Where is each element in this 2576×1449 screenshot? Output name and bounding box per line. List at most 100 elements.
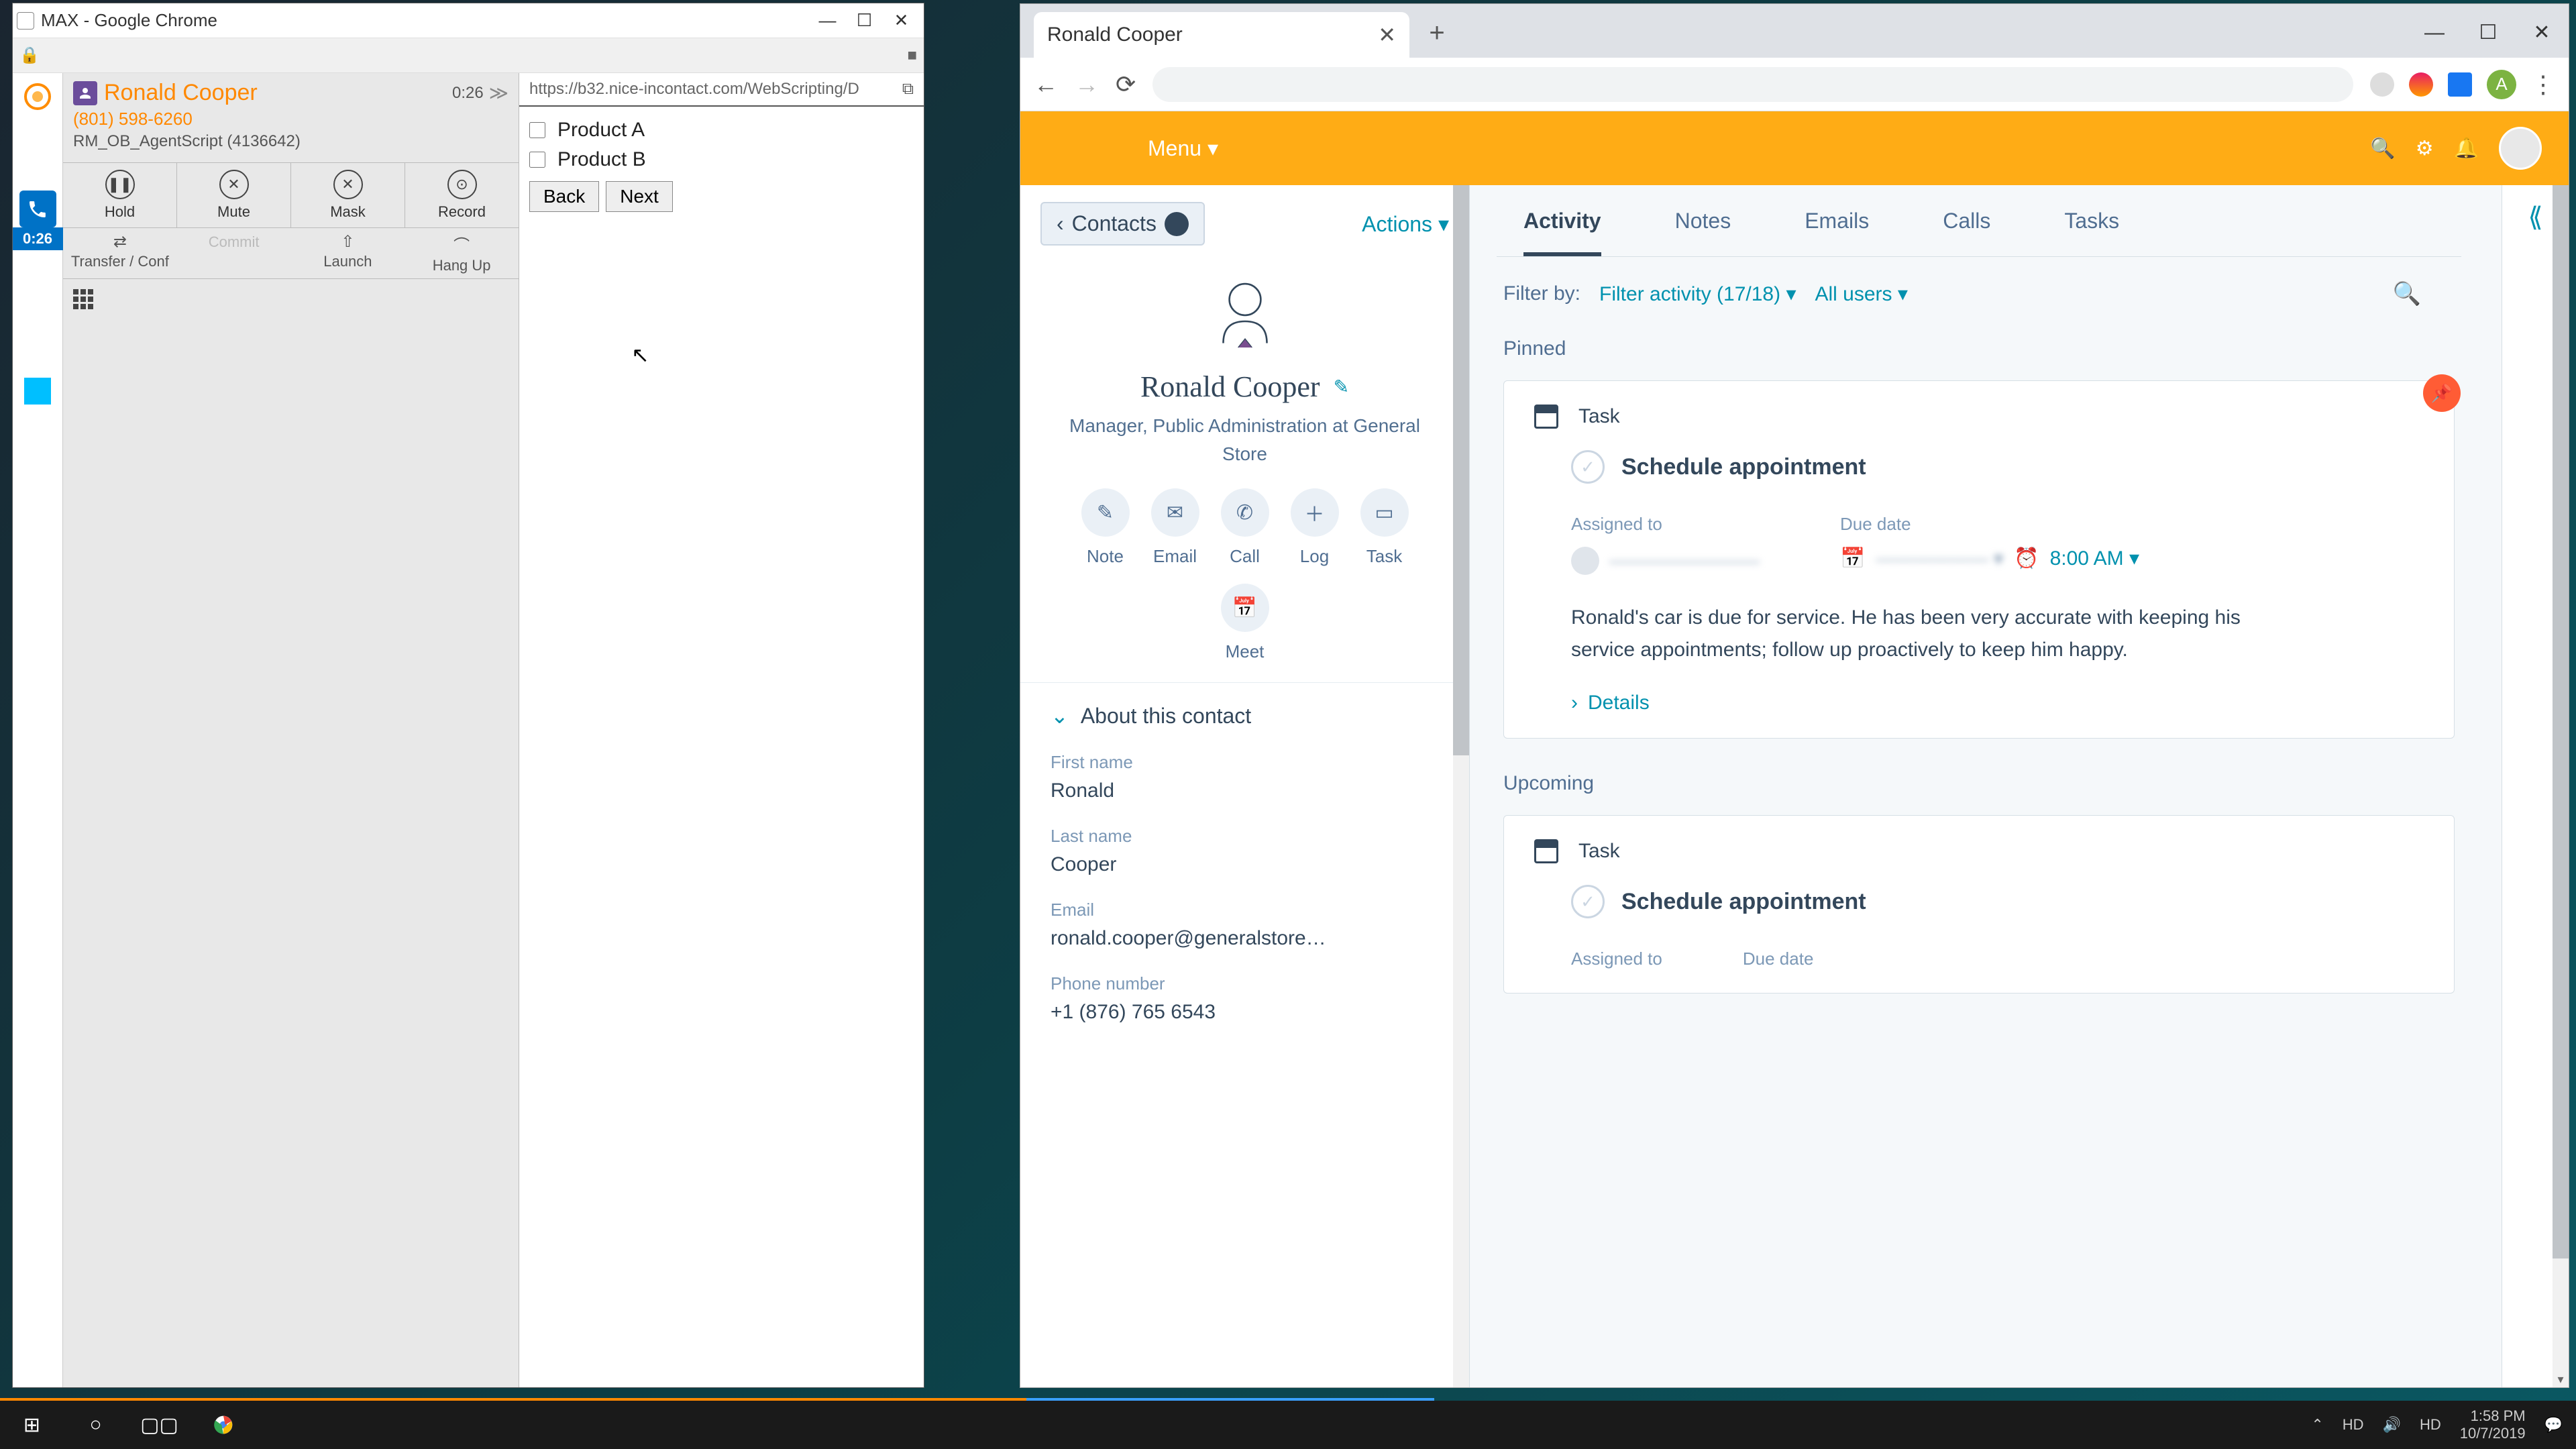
contact-name: Ronald Cooper <box>104 80 452 106</box>
task-view-icon[interactable]: ▢▢ <box>127 1401 191 1449</box>
notification-center-icon[interactable]: 💬 <box>2544 1416 2563 1434</box>
left-scrollbar[interactable] <box>1453 185 1469 1387</box>
mask-button[interactable]: ✕ Mask <box>291 163 405 227</box>
task-subject[interactable]: Schedule appointment <box>1621 454 1866 480</box>
mute-button[interactable]: ✕ Mute <box>177 163 291 227</box>
video-icon[interactable]: ■ <box>908 46 918 65</box>
pin-icon[interactable]: 📌 <box>2423 374 2461 412</box>
rail-indicator <box>24 378 51 405</box>
right-scrollbar[interactable] <box>2553 185 2569 1387</box>
browser-tab[interactable]: Ronald Cooper ✕ <box>1034 12 1409 58</box>
due-date-value[interactable]: —————— ▾ <box>1876 547 2003 570</box>
launch-button[interactable]: ⇧ Launch <box>291 228 405 278</box>
tab-close-icon[interactable]: ✕ <box>1378 22 1396 48</box>
email-value[interactable]: ronald.cooper@generalstore… <box>1051 927 1439 950</box>
due-time[interactable]: 8:00 AM ▾ <box>2050 547 2139 570</box>
extension-icon[interactable] <box>2370 72 2394 97</box>
apps-grid-button[interactable] <box>63 279 519 319</box>
window-title: MAX - Google Chrome <box>41 10 809 31</box>
assigned-to-value[interactable]: ———————— <box>1571 547 1760 575</box>
expand-icon[interactable]: ≫ <box>489 82 508 104</box>
new-tab-button[interactable]: + <box>1420 18 1454 48</box>
hangup-button[interactable]: ⌒ Hang Up <box>405 228 519 278</box>
meet-icon: 📅 <box>1221 584 1269 632</box>
maximize-button[interactable]: ☐ <box>846 9 883 32</box>
checkbox-input[interactable] <box>529 152 545 168</box>
back-button[interactable]: Back <box>529 181 599 212</box>
task-complete-checkbox[interactable]: ✓ <box>1571 450 1605 484</box>
extension-icon[interactable] <box>2409 72 2433 97</box>
tab-emails[interactable]: Emails <box>1805 209 1869 256</box>
windows-taskbar[interactable]: ⊞ ○ ▢▢ ⌃ HD 🔊 HD 1:58 PM 10/7/2019 💬 <box>0 1401 2576 1449</box>
product-b-checkbox[interactable]: Product B <box>529 148 914 171</box>
minimize-button[interactable]: — <box>809 9 846 32</box>
phone-value[interactable]: +1 (876) 765 6543 <box>1051 1001 1439 1024</box>
log-action[interactable]: ＋Log <box>1291 488 1339 567</box>
status-indicator-icon[interactable] <box>24 83 51 110</box>
notifications-bell-icon[interactable]: 🔔 <box>2454 137 2479 160</box>
record-button[interactable]: ⊙ Record <box>405 163 519 227</box>
task-complete-checkbox[interactable]: ✓ <box>1571 885 1605 918</box>
next-button[interactable]: Next <box>606 181 673 212</box>
chrome-close-button[interactable]: ✕ <box>2515 14 2569 51</box>
transfer-button[interactable]: ⇄ Transfer / Conf <box>63 228 177 278</box>
checkbox-input[interactable] <box>529 122 545 138</box>
phone-icon[interactable] <box>19 191 56 227</box>
chrome-taskbar-icon[interactable] <box>191 1401 255 1449</box>
reload-icon[interactable]: ⟳ <box>1116 70 1136 99</box>
facebook-icon[interactable] <box>2448 72 2472 97</box>
call-action[interactable]: ✆Call <box>1221 488 1269 567</box>
tab-calls[interactable]: Calls <box>1943 209 1990 256</box>
tab-notes[interactable]: Notes <box>1675 209 1731 256</box>
max-titlebar[interactable]: MAX - Google Chrome — ☐ ✕ <box>13 3 924 38</box>
about-section-toggle[interactable]: ⌄ About this contact <box>1051 703 1439 729</box>
first-name-value[interactable]: Ronald <box>1051 780 1439 802</box>
task-subject[interactable]: Schedule appointment <box>1621 889 1866 915</box>
actions-dropdown[interactable]: Actions ▾ <box>1362 211 1449 237</box>
edit-pencil-icon[interactable]: ✎ <box>1334 376 1349 398</box>
tray-icon[interactable]: HD <box>2343 1416 2364 1434</box>
filter-users-dropdown[interactable]: All users ▾ <box>1815 282 1908 306</box>
filter-activity-dropdown[interactable]: Filter activity (17/18) ▾ <box>1599 282 1796 306</box>
contact-phone[interactable]: (801) 598-6260 <box>73 109 508 129</box>
email-action[interactable]: ✉Email <box>1151 488 1199 567</box>
tray-icon[interactable]: HD <box>2420 1416 2441 1434</box>
menu-dropdown[interactable]: Menu ▾ <box>1148 136 1218 161</box>
search-icon[interactable]: 🔍 <box>2393 280 2421 307</box>
nav-back-icon[interactable]: ← <box>1034 70 1058 99</box>
cortana-icon[interactable]: ○ <box>64 1401 127 1449</box>
product-a-checkbox[interactable]: Product A <box>529 119 914 142</box>
search-icon[interactable]: 🔍 <box>2370 137 2395 160</box>
close-button[interactable]: ✕ <box>883 9 920 32</box>
popout-icon[interactable]: ⧉ <box>902 80 914 99</box>
system-clock[interactable]: 1:58 PM 10/7/2019 <box>2460 1407 2526 1443</box>
tray-icon[interactable]: ⌃ <box>2311 1416 2323 1434</box>
calendar-icon[interactable]: 📅 <box>1840 547 1865 570</box>
contacts-back-button[interactable]: ‹ Contacts <box>1040 202 1205 246</box>
kebab-menu-icon[interactable]: ⋮ <box>2531 70 2555 99</box>
meet-action[interactable]: 📅Meet <box>1221 584 1269 662</box>
upcoming-task-card[interactable]: Task ✓ Schedule appointment Assigned to … <box>1503 815 2455 994</box>
hubspot-topbar: Menu ▾ 🔍 ⚙ 🔔 <box>1020 111 2569 185</box>
details-toggle[interactable]: › Details <box>1571 692 2424 714</box>
collapse-panel-icon[interactable]: ⟪ <box>2528 202 2542 1387</box>
profile-avatar[interactable]: A <box>2487 70 2516 99</box>
scroll-down-button[interactable]: ▾ <box>2553 1371 2569 1387</box>
start-button[interactable]: ⊞ <box>0 1401 64 1449</box>
settings-gear-icon[interactable]: ⚙ <box>2416 137 2434 160</box>
tab-activity[interactable]: Activity <box>1523 209 1601 256</box>
pinned-task-card[interactable]: 📌 Task ✓ Schedule appointment Assigned t… <box>1503 380 2455 739</box>
hold-button[interactable]: ❚❚ Hold <box>63 163 177 227</box>
user-avatar[interactable] <box>2499 127 2542 170</box>
person-icon <box>1165 212 1189 236</box>
profile-image[interactable] <box>1201 269 1289 356</box>
volume-icon[interactable]: 🔊 <box>2383 1416 2401 1434</box>
tab-tasks[interactable]: Tasks <box>2064 209 2119 256</box>
chrome-maximize-button[interactable]: ☐ <box>2461 14 2515 51</box>
chrome-minimize-button[interactable]: — <box>2408 14 2461 51</box>
url-input[interactable] <box>1152 67 2353 102</box>
note-action[interactable]: ✎Note <box>1081 488 1130 567</box>
task-action[interactable]: ▭Task <box>1360 488 1409 567</box>
last-name-value[interactable]: Cooper <box>1051 853 1439 876</box>
hubspot-logo-icon[interactable] <box>1047 128 1108 168</box>
